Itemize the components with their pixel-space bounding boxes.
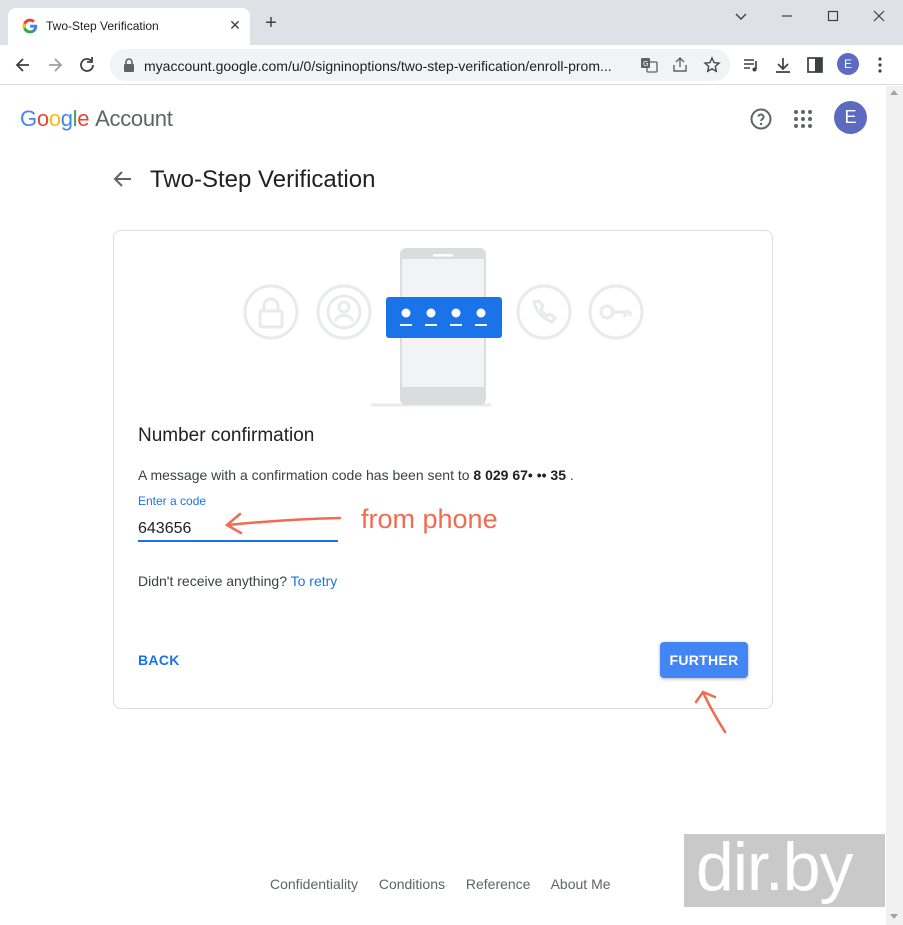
tab-close-icon[interactable]: ✕ (226, 16, 244, 34)
browser-tab[interactable]: Two-Step Verification ✕ (8, 8, 250, 45)
close-window-icon[interactable] (868, 6, 890, 26)
back-nav-icon[interactable] (12, 54, 34, 76)
svg-text:G: G (643, 60, 648, 68)
scroll-up-icon[interactable] (890, 90, 898, 95)
forward-nav-icon[interactable] (44, 54, 66, 76)
minimize-icon[interactable] (776, 6, 798, 26)
logo-letter: o (48, 106, 61, 131)
code-input[interactable] (138, 512, 338, 542)
logo-letter: G (20, 106, 37, 131)
logo-letter: g (60, 106, 73, 131)
phone-number: 8 029 67• •• 35 (473, 467, 566, 483)
scroll-down-icon[interactable] (890, 914, 898, 919)
phone-code-illustration (243, 248, 644, 407)
share-icon[interactable] (671, 56, 689, 74)
browser-toolbar: myaccount.google.com/u/0/signinoptions/t… (0, 45, 903, 85)
card-heading: Number confirmation (138, 425, 315, 446)
code-bubble (386, 297, 502, 338)
footer-link-conditions[interactable]: Conditions (379, 876, 445, 892)
page-content: Google Account E Two-Step Verification N… (0, 86, 886, 925)
download-icon[interactable] (773, 55, 793, 75)
back-arrow-icon[interactable] (112, 168, 134, 190)
address-bar[interactable]: myaccount.google.com/u/0/signinoptions/t… (110, 49, 730, 81)
account-avatar[interactable]: E (834, 101, 867, 134)
watermark-text: dir.by (696, 829, 854, 905)
person-circle-icon (316, 284, 372, 340)
scrollbar[interactable] (886, 86, 903, 925)
verification-card: Number confirmation A message with a con… (113, 230, 773, 709)
back-button[interactable]: BACK (138, 652, 180, 668)
google-account-logo[interactable]: Google Account (20, 106, 173, 132)
url-text[interactable]: myaccount.google.com/u/0/signinoptions/t… (144, 58, 632, 74)
further-button[interactable]: FURTHER (660, 642, 748, 678)
annotation-text: from phone (361, 504, 498, 534)
confirmation-message: A message with a confirmation code has b… (138, 467, 574, 483)
translate-icon[interactable]: G (640, 56, 658, 74)
message-suffix: . (569, 467, 574, 483)
google-favicon-icon (22, 18, 38, 34)
logo-letter: o (36, 106, 49, 131)
side-panel-icon[interactable] (805, 55, 825, 75)
code-input-label: Enter a code (138, 494, 207, 508)
apps-grid-icon[interactable] (791, 107, 815, 131)
tab-search-chevron-icon[interactable] (730, 6, 752, 26)
tab-title: Two-Step Verification (46, 19, 159, 33)
retry-text: Didn't receive anything? (138, 573, 287, 589)
key-circle-icon (588, 284, 644, 340)
reading-list-icon[interactable] (741, 55, 761, 75)
lock-circle-icon (243, 284, 299, 340)
message-prefix: A message with a confirmation code has b… (138, 467, 470, 483)
watermark: dir.by (684, 829, 885, 907)
lock-icon[interactable] (122, 57, 136, 73)
maximize-icon[interactable] (822, 6, 844, 26)
browser-menu-icon[interactable] (870, 55, 890, 75)
footer-link-confidentiality[interactable]: Confidentiality (270, 876, 358, 892)
phone-call-circle-icon (516, 284, 572, 340)
reload-icon[interactable] (76, 54, 98, 76)
footer: Confidentiality Conditions Reference Abo… (270, 876, 628, 892)
browser-profile-avatar[interactable]: E (837, 53, 859, 75)
logo-account-text: Account (95, 106, 173, 131)
retry-link[interactable]: To retry (291, 573, 338, 589)
browser-tab-bar: Two-Step Verification ✕ + (0, 0, 903, 45)
retry-prompt: Didn't receive anything? To retry (138, 573, 337, 589)
footer-link-reference[interactable]: Reference (466, 876, 531, 892)
help-icon[interactable] (749, 107, 773, 131)
logo-letter: e (77, 106, 90, 131)
footer-link-about-me[interactable]: About Me (551, 876, 611, 892)
new-tab-icon[interactable]: + (262, 13, 280, 33)
page-title: Two-Step Verification (150, 166, 376, 193)
bookmark-star-icon[interactable] (703, 56, 721, 74)
